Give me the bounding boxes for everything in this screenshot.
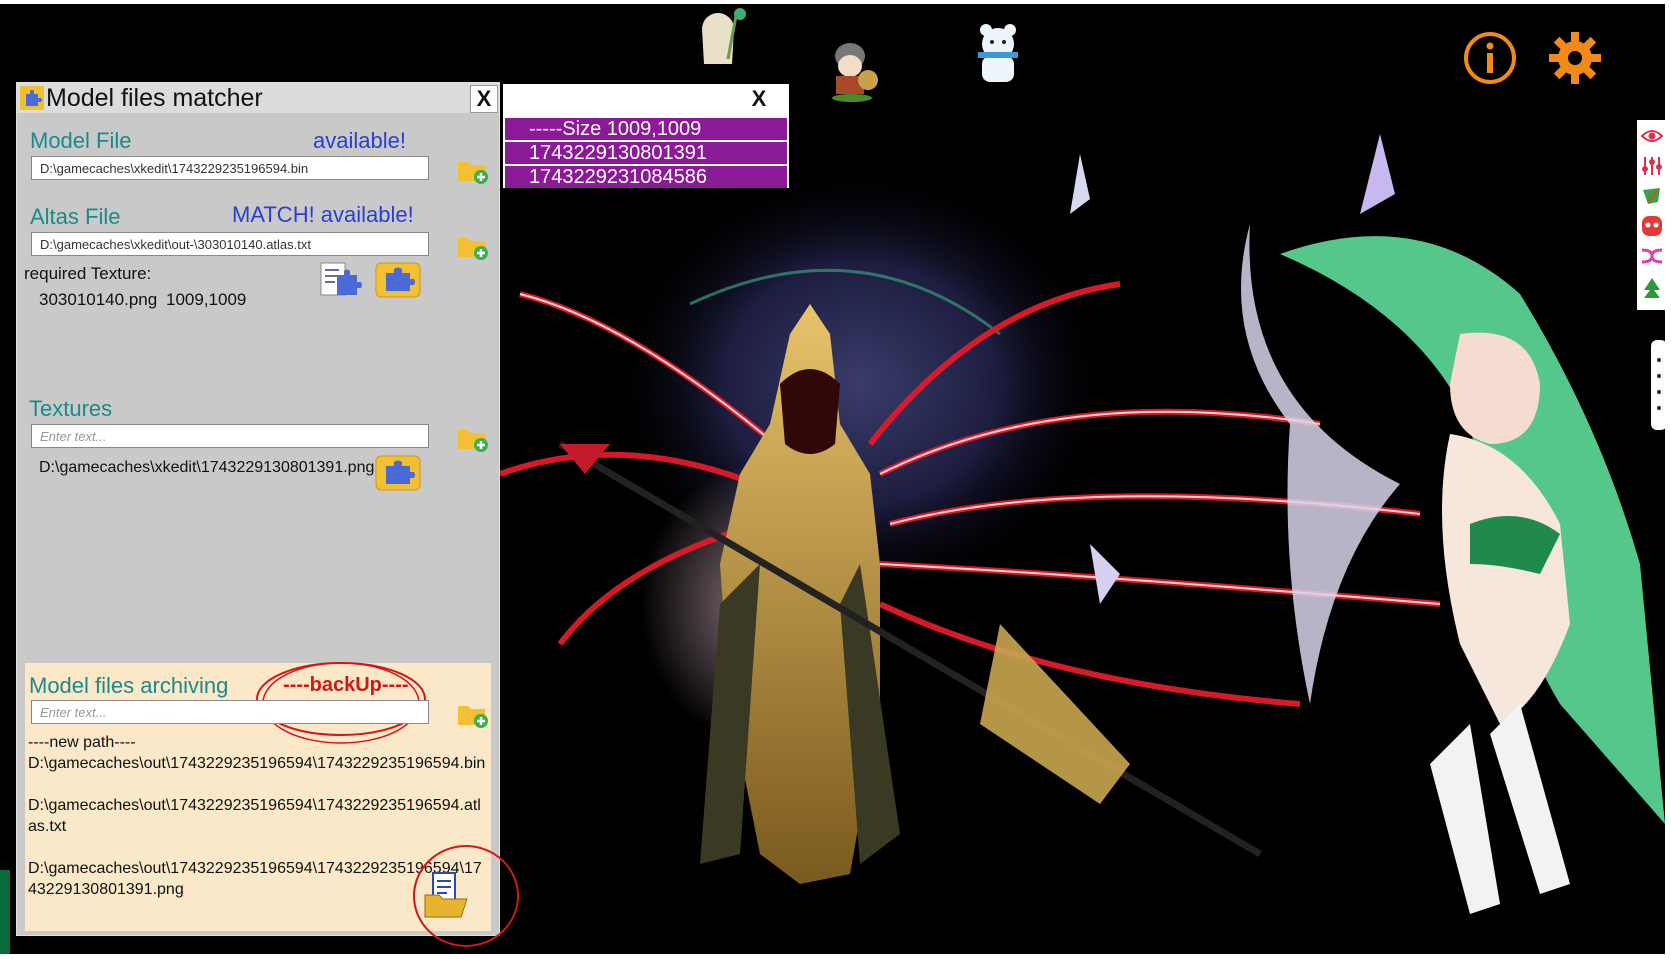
- shuffle-icon[interactable]: [1640, 244, 1664, 268]
- archiving-label: Model files archiving: [29, 673, 229, 698]
- atlas-file-label: Altas File: [30, 204, 121, 229]
- puzzle-icon[interactable]: [375, 454, 421, 492]
- character-warrior-icon[interactable]: [822, 34, 882, 104]
- archiving-input[interactable]: Enter text...: [31, 700, 429, 724]
- texture-path-item[interactable]: D:\gamecaches\xkedit\1743229130801391.pn…: [39, 457, 379, 478]
- folder-add-icon[interactable]: [457, 233, 489, 261]
- right-toolbar: [1637, 120, 1665, 310]
- face-icon[interactable]: [1640, 214, 1664, 238]
- left-edge-tab[interactable]: [0, 870, 10, 954]
- panel-title: Model files matcher: [46, 84, 263, 112]
- popup-close-button[interactable]: X: [743, 86, 775, 112]
- model-file-input[interactable]: D:\gamecaches\xkedit\1743229235196594.bi…: [31, 156, 429, 180]
- character-bear-icon[interactable]: [968, 22, 1028, 92]
- popup-row-texture-2[interactable]: 1743229231084586: [505, 166, 787, 188]
- document-puzzle-icon[interactable]: [317, 261, 363, 299]
- game-viewport[interactable]: X -----Size 1009,1009 1743229130801391 1…: [0, 4, 1665, 954]
- backup-button[interactable]: ----backUp----: [283, 673, 409, 697]
- textures-input[interactable]: Enter text...: [31, 424, 429, 448]
- popup-row-texture-1[interactable]: 1743229130801391: [505, 142, 787, 164]
- settings-gear-icon[interactable]: [1545, 28, 1605, 88]
- folder-add-icon[interactable]: [457, 701, 489, 729]
- popup-row-size[interactable]: -----Size 1009,1009: [505, 118, 787, 140]
- character-healer-icon[interactable]: [688, 4, 748, 74]
- folder-add-icon[interactable]: [457, 157, 489, 185]
- new-path-header: ----new path----: [28, 734, 136, 751]
- info-icon[interactable]: [1460, 28, 1520, 88]
- model-files-matcher-panel: Model files matcher X Model File availab…: [16, 82, 500, 936]
- new-path-bin: D:\gamecaches\out\1743229235196594\17432…: [28, 755, 486, 772]
- required-texture-label: required Texture:: [24, 264, 152, 283]
- right-scroll-handle[interactable]: [1651, 340, 1665, 430]
- panel-close-button[interactable]: X: [470, 85, 498, 113]
- panel-titlebar[interactable]: Model files matcher X: [17, 83, 499, 113]
- required-texture-name: 303010140.png: [39, 290, 158, 309]
- puzzle-icon[interactable]: [375, 261, 421, 299]
- eye-icon[interactable]: [1640, 124, 1664, 148]
- puzzle-icon: [20, 86, 44, 110]
- required-texture-size: 1009,1009: [166, 290, 247, 309]
- atlas-file-input[interactable]: D:\gamecaches\xkedit\out-\303010140.atla…: [31, 232, 429, 256]
- model-file-status: available!: [313, 128, 406, 153]
- atlas-file-status: MATCH! available!: [232, 202, 414, 227]
- model-file-label: Model File: [30, 128, 132, 153]
- folder-add-icon[interactable]: [457, 425, 489, 453]
- sliders-icon[interactable]: [1640, 154, 1664, 178]
- open-folder-annotation-circle: [413, 845, 519, 947]
- texture-size-popup: X -----Size 1009,1009 1743229130801391 1…: [503, 84, 789, 188]
- tree-icon[interactable]: [1640, 276, 1664, 300]
- leaf-icon[interactable]: [1640, 184, 1664, 208]
- textures-label: Textures: [29, 396, 113, 421]
- new-path-atlas: D:\gamecaches\out\1743229235196594\17432…: [28, 797, 481, 835]
